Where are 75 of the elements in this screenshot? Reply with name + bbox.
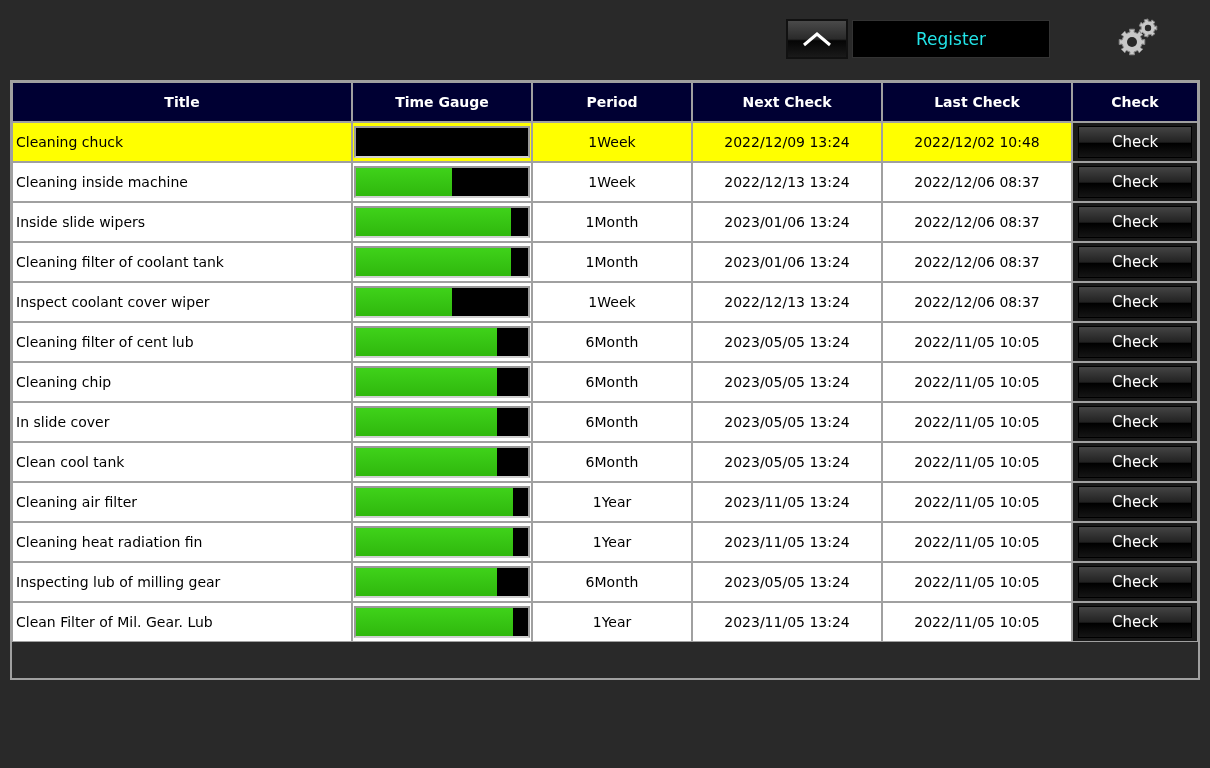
check-button[interactable]: Check xyxy=(1078,446,1192,478)
last-check-cell: 2022/12/06 08:37 xyxy=(882,242,1072,282)
next-check-cell: 2023/11/05 13:24 xyxy=(692,482,882,522)
chevron-up-icon xyxy=(802,31,832,47)
last-check-cell: 2022/11/05 10:05 xyxy=(882,402,1072,442)
title-cell: Cleaning inside machine xyxy=(12,162,352,202)
check-button[interactable]: Check xyxy=(1078,366,1192,398)
last-check-cell: 2022/11/05 10:05 xyxy=(882,362,1072,402)
title-cell: In slide cover xyxy=(12,402,352,442)
scroll-up-button[interactable] xyxy=(786,19,848,59)
next-check-cell: 2023/11/05 13:24 xyxy=(692,602,882,642)
next-check-cell: 2023/05/05 13:24 xyxy=(692,322,882,362)
next-check-cell: 2023/05/05 13:24 xyxy=(692,442,882,482)
title-cell: Cleaning air filter xyxy=(12,482,352,522)
period-cell: 6Month xyxy=(532,322,692,362)
title-cell: Cleaning filter of cent lub xyxy=(12,322,352,362)
last-check-cell: 2022/11/05 10:05 xyxy=(882,522,1072,562)
register-button[interactable]: Register xyxy=(852,20,1050,58)
column-header: Time Gauge xyxy=(352,82,532,122)
period-cell: 1Week xyxy=(532,162,692,202)
period-cell: 1Month xyxy=(532,242,692,282)
check-button[interactable]: Check xyxy=(1078,486,1192,518)
next-check-cell: 2023/05/05 13:24 xyxy=(692,402,882,442)
column-header: Check xyxy=(1072,82,1198,122)
last-check-cell: 2022/11/05 10:05 xyxy=(882,442,1072,482)
column-header: Title xyxy=(12,82,352,122)
period-cell: 1Year xyxy=(532,482,692,522)
title-cell: Clean cool tank xyxy=(12,442,352,482)
title-cell: Inside slide wipers xyxy=(12,202,352,242)
title-cell: Cleaning chuck xyxy=(12,122,352,162)
title-cell: Cleaning heat radiation fin xyxy=(12,522,352,562)
title-cell: Inspect coolant cover wiper xyxy=(12,282,352,322)
check-button[interactable]: Check xyxy=(1078,286,1192,318)
check-button[interactable]: Check xyxy=(1078,526,1192,558)
last-check-cell: 2022/11/05 10:05 xyxy=(882,322,1072,362)
check-button[interactable]: Check xyxy=(1078,326,1192,358)
column-header: Last Check xyxy=(882,82,1072,122)
last-check-cell: 2022/12/06 08:37 xyxy=(882,282,1072,322)
last-check-cell: 2022/11/05 10:05 xyxy=(882,562,1072,602)
check-button[interactable]: Check xyxy=(1078,406,1192,438)
period-cell: 1Year xyxy=(532,522,692,562)
period-cell: 6Month xyxy=(532,402,692,442)
next-check-cell: 2022/12/09 13:24 xyxy=(692,122,882,162)
next-check-cell: 2023/01/06 13:24 xyxy=(692,242,882,282)
title-cell: Cleaning filter of coolant tank xyxy=(12,242,352,282)
last-check-cell: 2022/12/02 10:48 xyxy=(882,122,1072,162)
next-check-cell: 2023/05/05 13:24 xyxy=(692,562,882,602)
last-check-cell: 2022/12/06 08:37 xyxy=(882,202,1072,242)
last-check-cell: 2022/12/06 08:37 xyxy=(882,162,1072,202)
check-button[interactable]: Check xyxy=(1078,566,1192,598)
next-check-cell: 2022/12/13 13:24 xyxy=(692,162,882,202)
check-button[interactable]: Check xyxy=(1078,126,1192,158)
last-check-cell: 2022/11/05 10:05 xyxy=(882,602,1072,642)
last-check-cell: 2022/11/05 10:05 xyxy=(882,482,1072,522)
check-button[interactable]: Check xyxy=(1078,246,1192,278)
title-cell: Clean Filter of Mil. Gear. Lub xyxy=(12,602,352,642)
next-check-cell: 2023/05/05 13:24 xyxy=(692,362,882,402)
next-check-cell: 2023/01/06 13:24 xyxy=(692,202,882,242)
title-cell: Cleaning chip xyxy=(12,362,352,402)
period-cell: 1Year xyxy=(532,602,692,642)
next-check-cell: 2022/12/13 13:24 xyxy=(692,282,882,322)
column-header: Next Check xyxy=(692,82,882,122)
check-button[interactable]: Check xyxy=(1078,206,1192,238)
period-cell: 6Month xyxy=(532,442,692,482)
period-cell: 1Week xyxy=(532,122,692,162)
next-check-cell: 2023/11/05 13:24 xyxy=(692,522,882,562)
check-button[interactable]: Check xyxy=(1078,166,1192,198)
period-cell: 6Month xyxy=(532,362,692,402)
period-cell: 1Month xyxy=(532,202,692,242)
column-header: Period xyxy=(532,82,692,122)
title-cell: Inspecting lub of milling gear xyxy=(12,562,352,602)
period-cell: 1Week xyxy=(532,282,692,322)
period-cell: 6Month xyxy=(532,562,692,602)
check-button[interactable]: Check xyxy=(1078,606,1192,638)
settings-icon[interactable] xyxy=(1118,18,1158,56)
